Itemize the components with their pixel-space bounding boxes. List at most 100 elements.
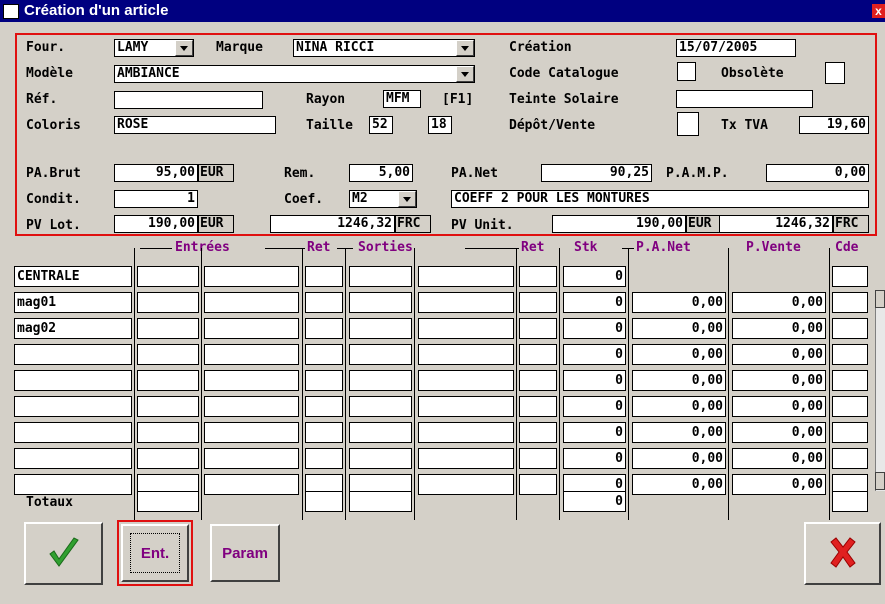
grid-cell-e2[interactable] [204,292,299,313]
coef-dropdown-icon[interactable] [398,191,416,207]
grid-cell-pa-net[interactable]: 0,00 [632,318,726,339]
grid-cell-r1[interactable] [305,344,343,365]
pv-lot-field[interactable]: 190,00 [114,215,198,233]
grid-cell-s2[interactable] [418,344,514,365]
grid-cell-pa-net[interactable]: 0,00 [632,370,726,391]
grid-cell-stk[interactable]: 0 [563,422,626,443]
grid-cell-e[interactable] [137,370,199,391]
obsolete-checkbox[interactable] [825,62,845,84]
grid-cell-name[interactable] [14,474,132,495]
grid-cell-r1[interactable] [305,396,343,417]
grid-cell-pa-net[interactable]: 0,00 [632,448,726,469]
grid-cell-cde[interactable] [832,266,868,287]
pv-lot-frc-field[interactable]: 1246,32 [270,215,395,233]
grid-cell-e2[interactable] [204,318,299,339]
grid-cell-r2[interactable] [519,448,557,469]
pa-net-field[interactable]: 90,25 [541,164,652,182]
grid-cell-stk[interactable]: 0 [563,292,626,313]
taille-field-1[interactable]: 52 [369,116,393,134]
depot-vente-checkbox[interactable] [677,112,699,136]
grid-cell-r1[interactable] [305,422,343,443]
grid-cell-p-vente[interactable]: 0,00 [732,474,826,495]
grid-cell-s2[interactable] [418,422,514,443]
grid-cell-e2[interactable] [204,266,299,287]
grid-cell-r2[interactable] [519,318,557,339]
rem-field[interactable]: 5,00 [349,164,413,182]
grid-cell-e[interactable] [137,266,199,287]
pv-unit-field[interactable]: 190,00 [552,215,686,233]
grid-cell-r2[interactable] [519,396,557,417]
grid-cell-name[interactable] [14,370,132,391]
condit-field[interactable]: 1 [114,190,198,208]
code-catalogue-checkbox[interactable] [677,62,696,81]
grid-cell-name[interactable]: mag01 [14,292,132,313]
grid-scrollbar[interactable] [875,290,885,491]
grid-cell-p-vente[interactable]: 0,00 [732,422,826,443]
modele-dropdown-icon[interactable] [456,66,474,82]
four-dropdown-icon[interactable] [175,40,193,56]
grid-cell-r1[interactable] [305,292,343,313]
grid-cell-s2[interactable] [418,396,514,417]
grid-cell-p-vente[interactable]: 0,00 [732,448,826,469]
grid-cell-cde[interactable] [832,396,868,417]
grid-cell-name[interactable] [14,396,132,417]
grid-cell-stk[interactable]: 0 [563,370,626,391]
grid-cell-r2[interactable] [519,474,557,495]
grid-cell-p-vente[interactable]: 0,00 [732,344,826,365]
grid-cell-e2[interactable] [204,370,299,391]
grid-cell-e[interactable] [137,448,199,469]
marque-field[interactable]: NINA RICCI [293,39,475,57]
grid-cell-name[interactable] [14,448,132,469]
grid-cell-e[interactable] [137,344,199,365]
grid-cell-cde[interactable] [832,448,868,469]
grid-cell-r2[interactable] [519,344,557,365]
grid-cell-cde[interactable] [832,422,868,443]
grid-cell-e[interactable] [137,422,199,443]
grid-cell-cde[interactable] [832,292,868,313]
marque-dropdown-icon[interactable] [456,40,474,56]
creation-date-field[interactable]: 15/07/2005 [676,39,796,57]
ok-button[interactable] [24,522,103,585]
grid-cell-r2[interactable] [519,266,557,287]
grid-cell-e2[interactable] [204,396,299,417]
grid-cell-pa-net[interactable]: 0,00 [632,344,726,365]
param-button[interactable]: Param [210,524,280,582]
cancel-button[interactable] [804,522,881,585]
grid-cell-s[interactable] [349,370,412,391]
grid-cell-e[interactable] [137,318,199,339]
pamp-field[interactable]: 0,00 [766,164,869,182]
grid-cell-cde[interactable] [832,344,868,365]
rayon-field[interactable]: MFM [383,90,421,108]
grid-cell-pa-net[interactable]: 0,00 [632,396,726,417]
grid-cell-r2[interactable] [519,370,557,391]
grid-cell-s[interactable] [349,292,412,313]
close-icon[interactable]: x [872,4,885,18]
grid-cell-r2[interactable] [519,422,557,443]
teinte-solaire-field[interactable] [676,90,813,108]
grid-cell-r2[interactable] [519,292,557,313]
grid-cell-r1[interactable] [305,318,343,339]
grid-cell-r1[interactable] [305,370,343,391]
grid-cell-stk[interactable]: 0 [563,344,626,365]
grid-cell-cde[interactable] [832,370,868,391]
grid-cell-s[interactable] [349,396,412,417]
grid-cell-p-vente[interactable]: 0,00 [732,370,826,391]
grid-cell-s2[interactable] [418,448,514,469]
tva-field[interactable]: 19,60 [799,116,869,134]
grid-cell-s[interactable] [349,448,412,469]
grid-cell-e2[interactable] [204,422,299,443]
grid-cell-stk[interactable]: 0 [563,396,626,417]
grid-cell-s2[interactable] [418,474,514,495]
taille-field-2[interactable]: 18 [428,116,452,134]
grid-cell-p-vente[interactable]: 0,00 [732,396,826,417]
grid-cell-pa-net[interactable]: 0,00 [632,422,726,443]
grid-cell-name[interactable]: CENTRALE [14,266,132,287]
scroll-down-icon[interactable] [875,472,885,490]
grid-cell-s[interactable] [349,266,412,287]
grid-cell-s2[interactable] [418,266,514,287]
grid-cell-e2[interactable] [204,344,299,365]
grid-cell-s2[interactable] [418,370,514,391]
grid-cell-e[interactable] [137,292,199,313]
grid-cell-name[interactable] [14,344,132,365]
coloris-field[interactable]: ROSE [114,116,276,134]
